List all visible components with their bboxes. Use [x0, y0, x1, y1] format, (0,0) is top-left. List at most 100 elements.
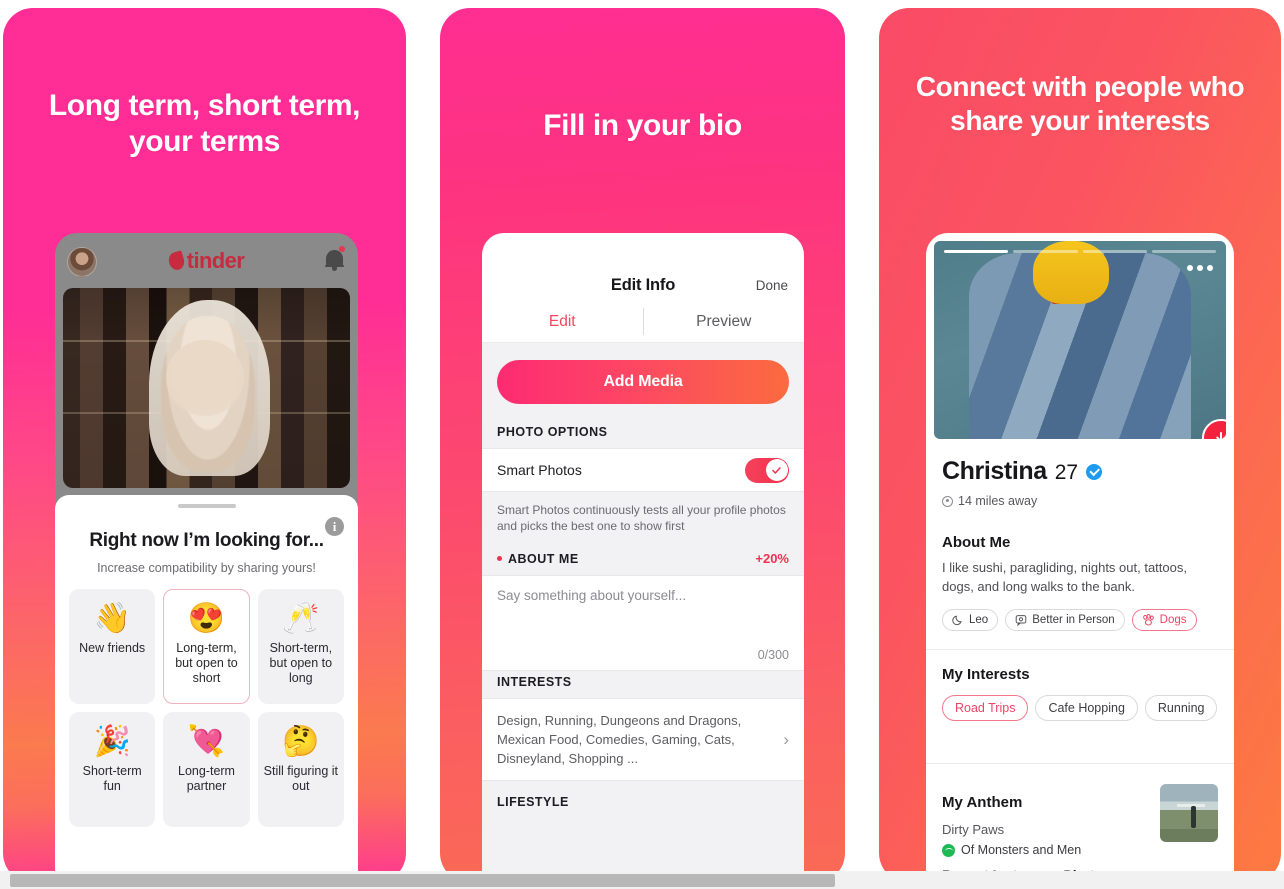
champagne-emoji-icon: 🥂 — [282, 602, 320, 635]
panel-2-title: Fill in your bio — [543, 109, 742, 142]
about-me-title: About Me — [942, 534, 1011, 551]
option-card[interactable]: 😍 Long-term, but open to short — [163, 589, 250, 704]
user-avatar-icon[interactable] — [67, 247, 97, 277]
looking-for-options-grid: 👋 New friends 😍 Long-term, but open to s… — [55, 575, 358, 827]
attribute-chip[interactable]: Dogs — [1131, 609, 1197, 631]
photo-progress-indicator — [944, 250, 1216, 253]
tab-preview[interactable]: Preview — [644, 301, 805, 342]
screenshot-panel-1[interactable]: Long term, short term, your terms tinder… — [3, 8, 406, 883]
attribute-chip-list: Leo Better in Person Dogs — [942, 609, 1218, 631]
photo-options-header: PHOTO OPTIONS — [482, 421, 804, 448]
smart-photos-row[interactable]: Smart Photos — [482, 448, 804, 492]
wave-emoji-icon: 👋 — [93, 602, 131, 635]
spotify-icon — [942, 843, 955, 857]
about-me-textarea[interactable]: Say something about yourself... 0/300 — [482, 575, 804, 671]
lifestyle-header: LIFESTYLE — [482, 781, 804, 818]
done-button[interactable]: Done — [756, 278, 788, 293]
anthem-artist-row: Of Monsters and Men — [942, 843, 1111, 857]
heart-eyes-emoji-icon: 😍 — [187, 602, 226, 635]
interests-value: Design, Running, Dungeons and Dragons, M… — [497, 713, 742, 766]
app-top-bar: tinder — [55, 233, 358, 288]
interest-chip[interactable]: Road Trips — [942, 695, 1029, 721]
thinking-face-emoji-icon: 🤔 — [282, 725, 320, 758]
heart-arrow-emoji-icon: 💘 — [187, 725, 226, 758]
chevron-right-icon: › — [783, 729, 789, 749]
sheet-grabber[interactable] — [177, 504, 236, 508]
toggle-knob — [765, 459, 788, 481]
party-popper-emoji-icon: 🎉 — [93, 725, 131, 758]
about-me-text: I like sushi, paragliding, nights out, t… — [942, 560, 1187, 594]
profile-age: 27 — [1054, 461, 1079, 484]
option-card[interactable]: 🤔 Still figuring it out — [257, 712, 344, 827]
looking-for-sheet: i Right now I’m looking for... Increase … — [55, 495, 358, 883]
option-card[interactable]: 🥂 Short-term, but open to long — [257, 589, 344, 704]
screenshot-panel-3[interactable]: Connect with people who share your inter… — [879, 8, 1281, 883]
moon-zodiac-icon — [952, 615, 962, 626]
edit-info-body: Add Media PHOTO OPTIONS Smart Photos Sma… — [482, 343, 804, 883]
interests-header: INTERESTS — [482, 671, 804, 698]
option-label: Long-term, but open to short — [175, 641, 238, 685]
add-media-button[interactable]: Add Media — [497, 360, 789, 404]
check-icon — [772, 466, 781, 474]
interest-chip-list: Road Trips Cafe Hopping Running — [942, 695, 1218, 721]
chip-label: Dogs — [1159, 614, 1187, 626]
screenshot-panel-2[interactable]: Fill in your bio Edit Info Done Edit Pre… — [440, 8, 845, 883]
interest-chip[interactable]: Cafe Hopping — [1035, 695, 1138, 721]
panel-1-title: Long term, short term, your terms — [48, 89, 361, 158]
option-card[interactable]: 🎉 Short-term fun — [69, 712, 156, 827]
interest-chip[interactable]: Running — [1144, 695, 1218, 721]
profile-photo — [63, 288, 350, 488]
section-divider — [926, 763, 1234, 764]
option-label: Short-term fun — [82, 764, 142, 793]
tinder-app-mock-2: Edit Info Done Edit Preview Add Media PH… — [482, 233, 804, 883]
section-label: LIFESTYLE — [497, 795, 569, 809]
location-pin-icon — [942, 495, 953, 507]
smart-photos-helper-text: Smart Photos continuously tests all your… — [497, 503, 786, 533]
my-anthem-section: My Anthem Dirty Paws Of Monsters and Men… — [942, 780, 1218, 883]
tinder-logo: tinder — [166, 247, 245, 274]
option-label: Still figuring it out — [263, 764, 338, 793]
anthem-album-art — [1160, 784, 1218, 842]
tinder-app-mock-3: Christina 27 14 miles away About Me I li… — [926, 233, 1234, 883]
info-icon[interactable]: i — [325, 517, 344, 536]
chip-label: Leo — [969, 614, 989, 626]
option-card[interactable]: 👋 New friends — [69, 589, 156, 704]
horizontal-scrollbar-thumb[interactable] — [10, 874, 835, 887]
notification-bell-icon[interactable] — [325, 246, 345, 271]
my-anthem-title: My Anthem — [942, 794, 1023, 811]
profile-distance-row: 14 miles away — [942, 494, 1218, 508]
attribute-chip[interactable]: Leo — [942, 609, 999, 631]
profile-distance: 14 miles away — [958, 494, 1038, 508]
edit-preview-tabs: Edit Preview — [482, 301, 804, 343]
paw-print-icon — [1142, 614, 1154, 626]
chip-label: Better in Person — [1032, 614, 1115, 626]
smart-photos-label: Smart Photos — [497, 462, 582, 478]
edit-info-navbar: Edit Info Done — [482, 233, 804, 301]
chat-bubble-icon — [1015, 615, 1027, 626]
anthem-track-name: Dirty Paws — [942, 822, 1005, 837]
about-me-counter: 0/300 — [757, 648, 789, 662]
attribute-chip[interactable]: Better in Person — [1005, 609, 1125, 631]
more-options-icon[interactable] — [1187, 265, 1213, 271]
section-label: PHOTO OPTIONS — [497, 425, 608, 439]
section-label: INTERESTS — [497, 675, 572, 689]
horizontal-scrollbar-track[interactable] — [0, 871, 1284, 889]
anthem-artist-name: Of Monsters and Men — [961, 843, 1082, 857]
app-store-screenshot-gallery: Long term, short term, your terms tinder… — [0, 0, 1284, 889]
chevron-down-circle-icon[interactable] — [1202, 419, 1226, 439]
tab-edit[interactable]: Edit — [482, 301, 643, 342]
option-card[interactable]: 💘 Long-term partner — [163, 712, 250, 827]
smart-photos-toggle[interactable] — [745, 457, 789, 483]
interests-row[interactable]: Design, Running, Dungeons and Dragons, M… — [482, 698, 804, 781]
sheet-subheading: Increase compatibility by sharing yours! — [97, 561, 316, 575]
section-divider — [926, 649, 1234, 650]
tinder-logo-text: tinder — [186, 247, 245, 273]
about-me-placeholder: Say something about yourself... — [497, 588, 687, 603]
profile-name-row: Christina 27 — [942, 457, 1218, 486]
sheet-heading: Right now I’m looking for... — [89, 530, 324, 551]
about-me-percent-badge: +20% — [755, 551, 789, 566]
about-me-header: ABOUT ME +20% — [482, 547, 804, 575]
profile-card-photo[interactable] — [934, 241, 1226, 439]
profile-card-body: Christina 27 14 miles away About Me I li… — [926, 439, 1234, 883]
my-interests-title: My Interests — [942, 666, 1030, 683]
